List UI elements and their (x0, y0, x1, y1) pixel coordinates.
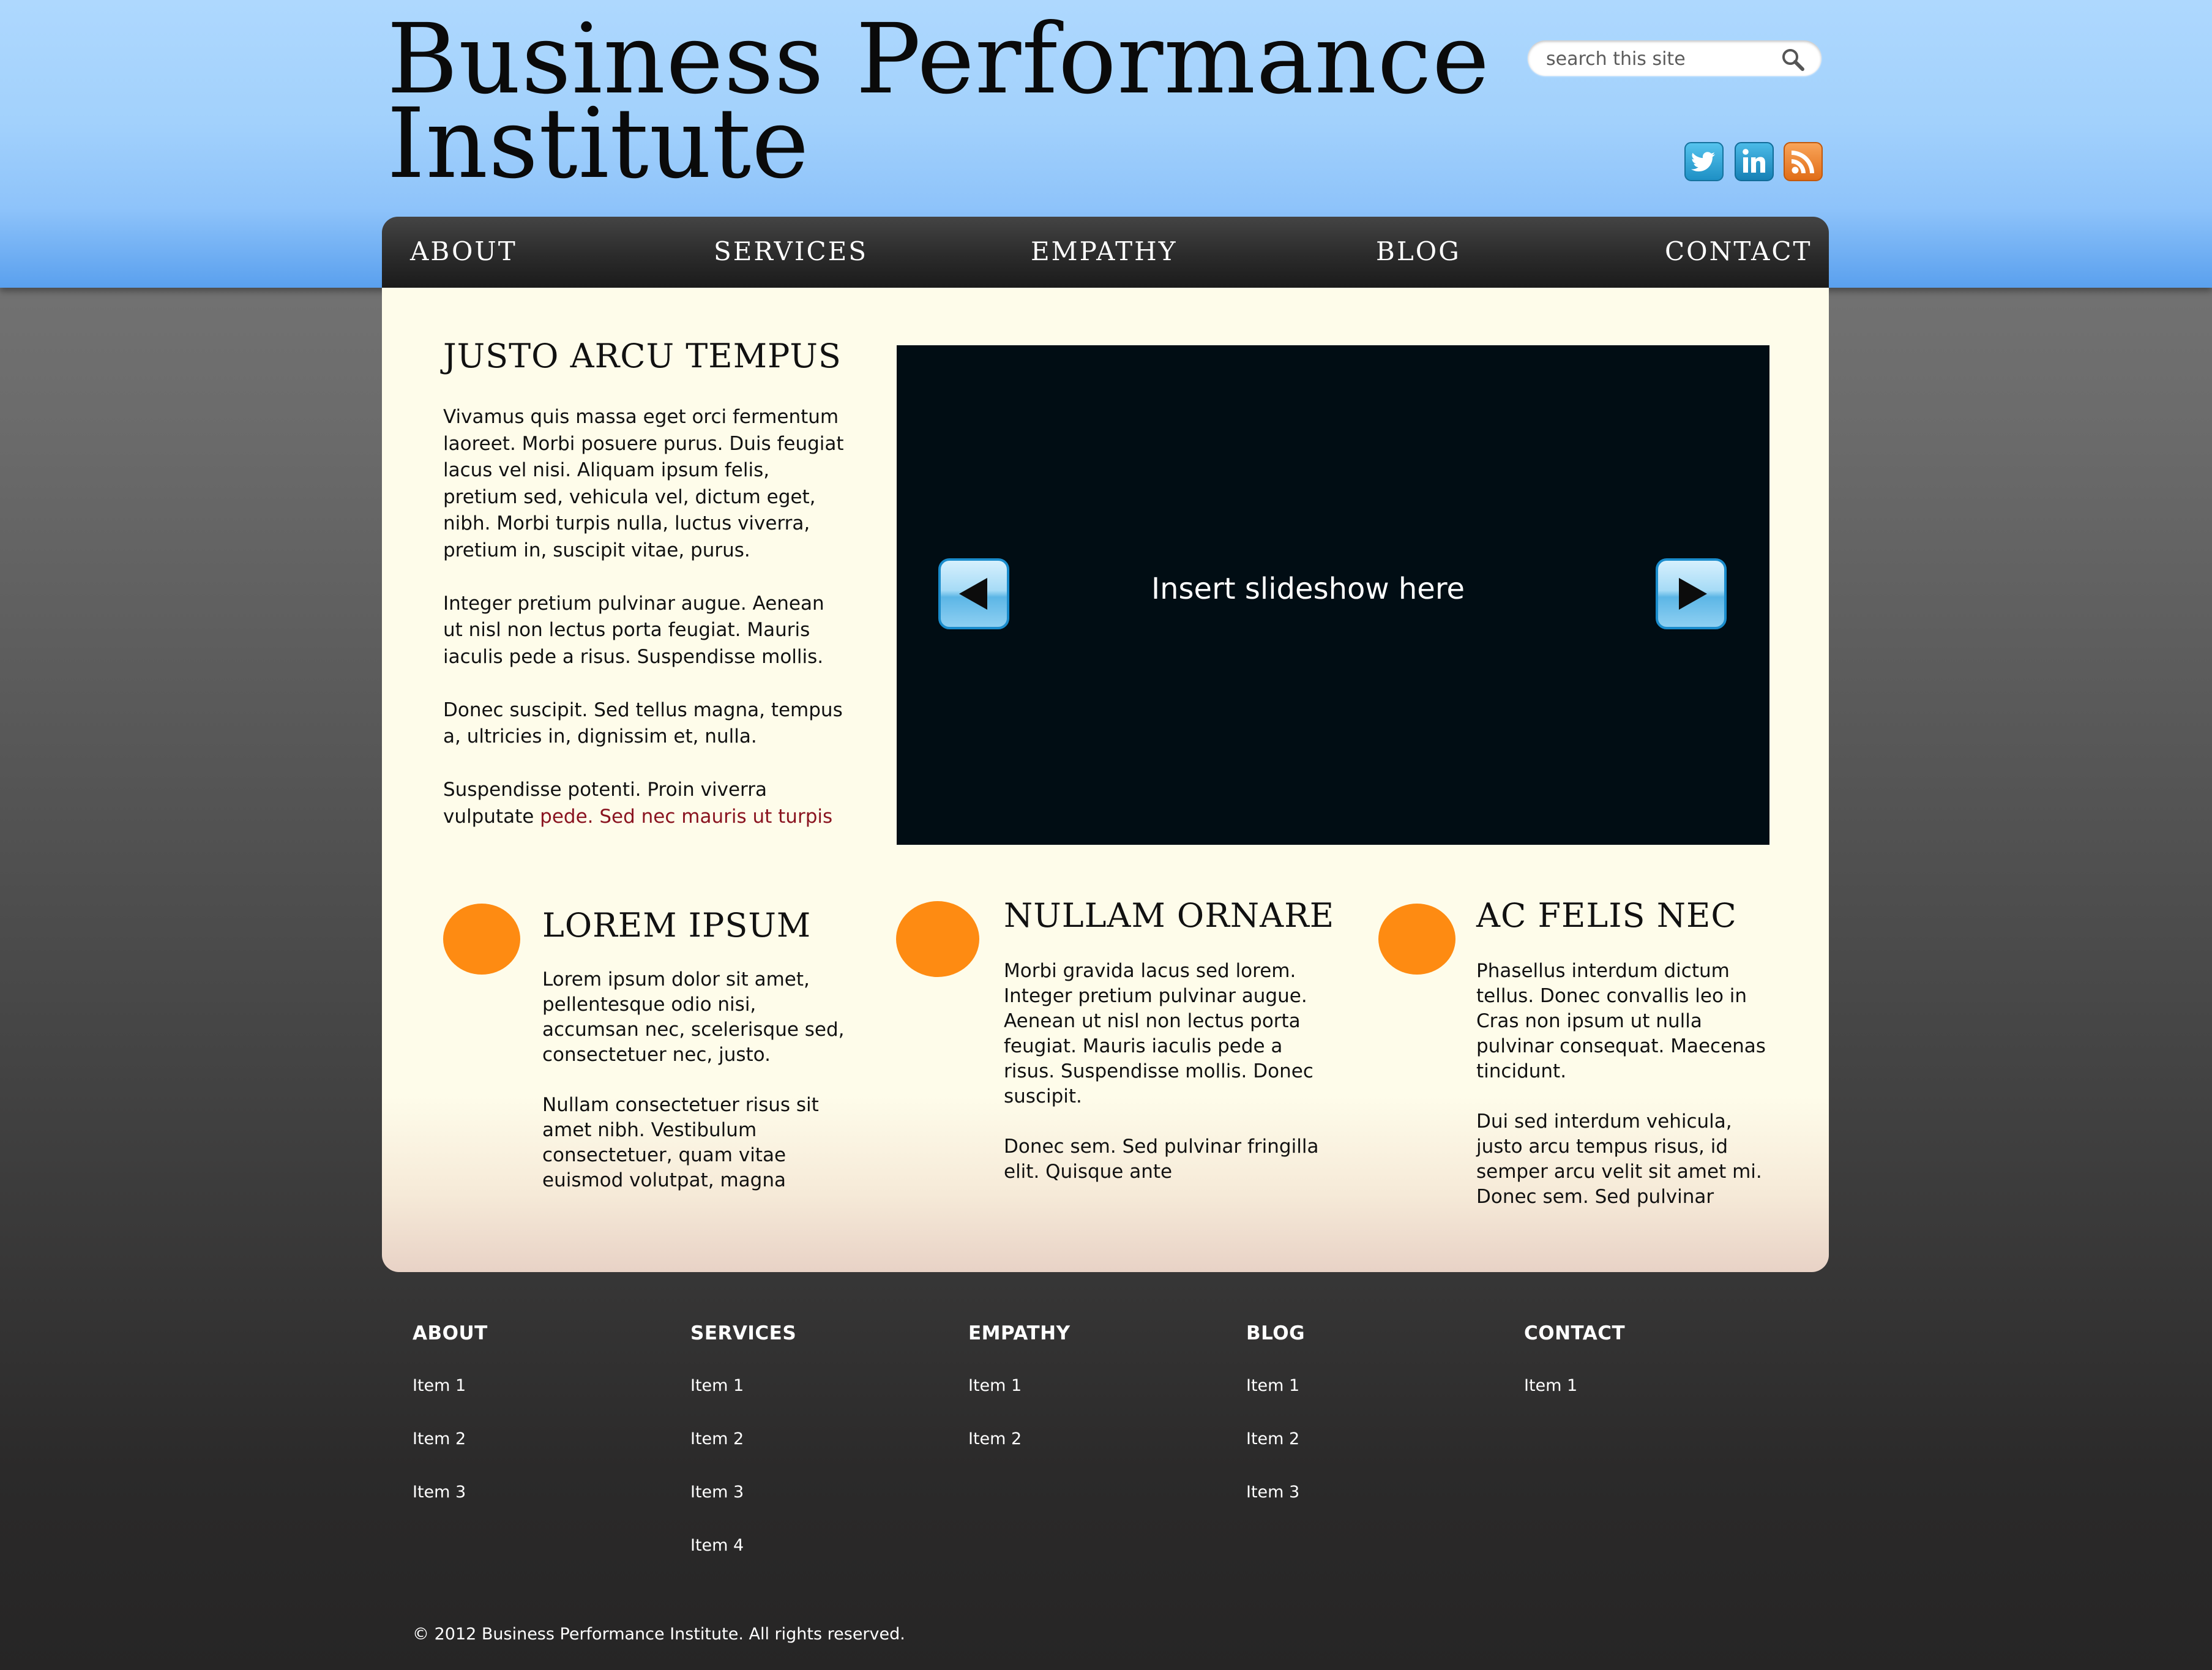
intro-paragraph-2: Integer pretium pulvinar augue. Aenean u… (443, 592, 824, 668)
footer-column-empathy: EMPATHY Item 1 Item 2 (968, 1322, 1071, 1448)
linkedin-icon[interactable] (1735, 142, 1774, 181)
feature-3-heading: AC FELIS NEC (1476, 896, 1737, 935)
footer-heading: CONTACT (1524, 1322, 1626, 1344)
footer-heading: SERVICES (690, 1322, 797, 1344)
search-box (1528, 40, 1822, 76)
slideshow[interactable]: Insert slideshow here (897, 345, 1769, 845)
feature-3-paragraph-2: Dui sed interdum vehicula, justo arcu te… (1476, 1110, 1762, 1208)
feature-2-text: Morbi gravida lacus sed lorem. Integer p… (1004, 959, 1322, 1210)
footer-link[interactable]: Item 1 (413, 1376, 488, 1395)
feature-1-paragraph-1: Lorem ipsum dolor sit amet, pellentesque… (542, 968, 845, 1066)
nav-item-contact[interactable]: CONTACT (1665, 236, 1812, 266)
search-icon[interactable] (1780, 47, 1806, 72)
feature-bullet-icon (1378, 904, 1455, 975)
footer-column-services: SERVICES Item 1 Item 2 Item 3 Item 4 (690, 1322, 796, 1555)
footer-link[interactable]: Item 2 (1246, 1429, 1305, 1448)
intro-text: Vivamus quis massa eget orci fermentum l… (443, 404, 847, 857)
feature-2-paragraph-1: Morbi gravida lacus sed lorem. Integer p… (1004, 960, 1313, 1107)
feature-3-paragraph-1: Phasellus interdum dictum tellus. Donec … (1476, 960, 1766, 1082)
footer-link[interactable]: Item 1 (1524, 1376, 1625, 1395)
intro-paragraph-1: Vivamus quis massa eget orci fermentum l… (443, 406, 844, 561)
search-input[interactable] (1545, 45, 1768, 72)
copyright: © 2012 Business Performance Institute. A… (413, 1625, 905, 1644)
footer-link[interactable]: Item 1 (1246, 1376, 1305, 1395)
intro-paragraph-4: Suspendisse potenti. Proin viverra vulpu… (443, 777, 847, 830)
footer-link[interactable]: Item 1 (690, 1376, 796, 1395)
footer-column-about: ABOUT Item 1 Item 2 Item 3 (413, 1322, 488, 1502)
main-nav: ABOUT SERVICES EMPATHY BLOG CONTACT (382, 217, 1829, 288)
slideshow-next-button[interactable] (1656, 558, 1727, 629)
rss-icon[interactable] (1784, 142, 1823, 181)
footer-link[interactable]: Item 2 (413, 1429, 488, 1448)
feature-bullet-icon (443, 904, 520, 975)
footer-link[interactable]: Item 3 (1246, 1483, 1305, 1502)
twitter-icon[interactable] (1684, 142, 1724, 181)
feature-1-text: Lorem ipsum dolor sit amet, pellentesque… (542, 967, 848, 1218)
slideshow-caption: Insert slideshow here (1151, 572, 1465, 606)
nav-item-about[interactable]: ABOUT (410, 236, 517, 266)
footer-link[interactable]: Item 3 (413, 1483, 488, 1502)
footer-heading: ABOUT (413, 1322, 488, 1344)
footer-heading: EMPATHY (968, 1322, 1071, 1344)
nav-item-services[interactable]: SERVICES (714, 236, 868, 266)
footer-link[interactable]: Item 4 (690, 1536, 796, 1555)
feature-3-text: Phasellus interdum dictum tellus. Donec … (1476, 959, 1782, 1235)
footer-column-contact: CONTACT Item 1 (1524, 1322, 1625, 1395)
feature-1-paragraph-2: Nullam consectetuer risus sit amet nibh.… (542, 1094, 819, 1191)
footer-link[interactable]: Item 1 (968, 1376, 1071, 1395)
intro-link[interactable]: pede. Sed nec mauris ut turpis (540, 806, 832, 828)
feature-1-heading: LOREM IPSUM (542, 906, 812, 945)
feature-bullet-icon (896, 901, 979, 977)
footer-link[interactable]: Item 2 (968, 1429, 1071, 1448)
content-panel: JUSTO ARCU TEMPUS Vivamus quis massa ege… (382, 288, 1829, 1272)
site-title: Business Performance Institute (387, 11, 1490, 192)
nav-item-empathy[interactable]: EMPATHY (1031, 236, 1177, 266)
feature-2-paragraph-2: Donec sem. Sed pulvinar fringilla elit. … (1004, 1136, 1319, 1183)
footer-column-blog: BLOG Item 1 Item 2 Item 3 (1246, 1322, 1305, 1502)
arrow-right-icon (1679, 578, 1707, 610)
footer-link[interactable]: Item 2 (690, 1429, 796, 1448)
intro-paragraph-3: Donec suscipit. Sed tellus magna, tempus… (443, 698, 843, 748)
intro-heading: JUSTO ARCU TEMPUS (443, 337, 842, 375)
feature-2-heading: NULLAM ORNARE (1004, 896, 1335, 935)
footer-heading: BLOG (1246, 1322, 1306, 1344)
footer-link[interactable]: Item 3 (690, 1483, 796, 1502)
nav-item-blog[interactable]: BLOG (1376, 236, 1461, 266)
